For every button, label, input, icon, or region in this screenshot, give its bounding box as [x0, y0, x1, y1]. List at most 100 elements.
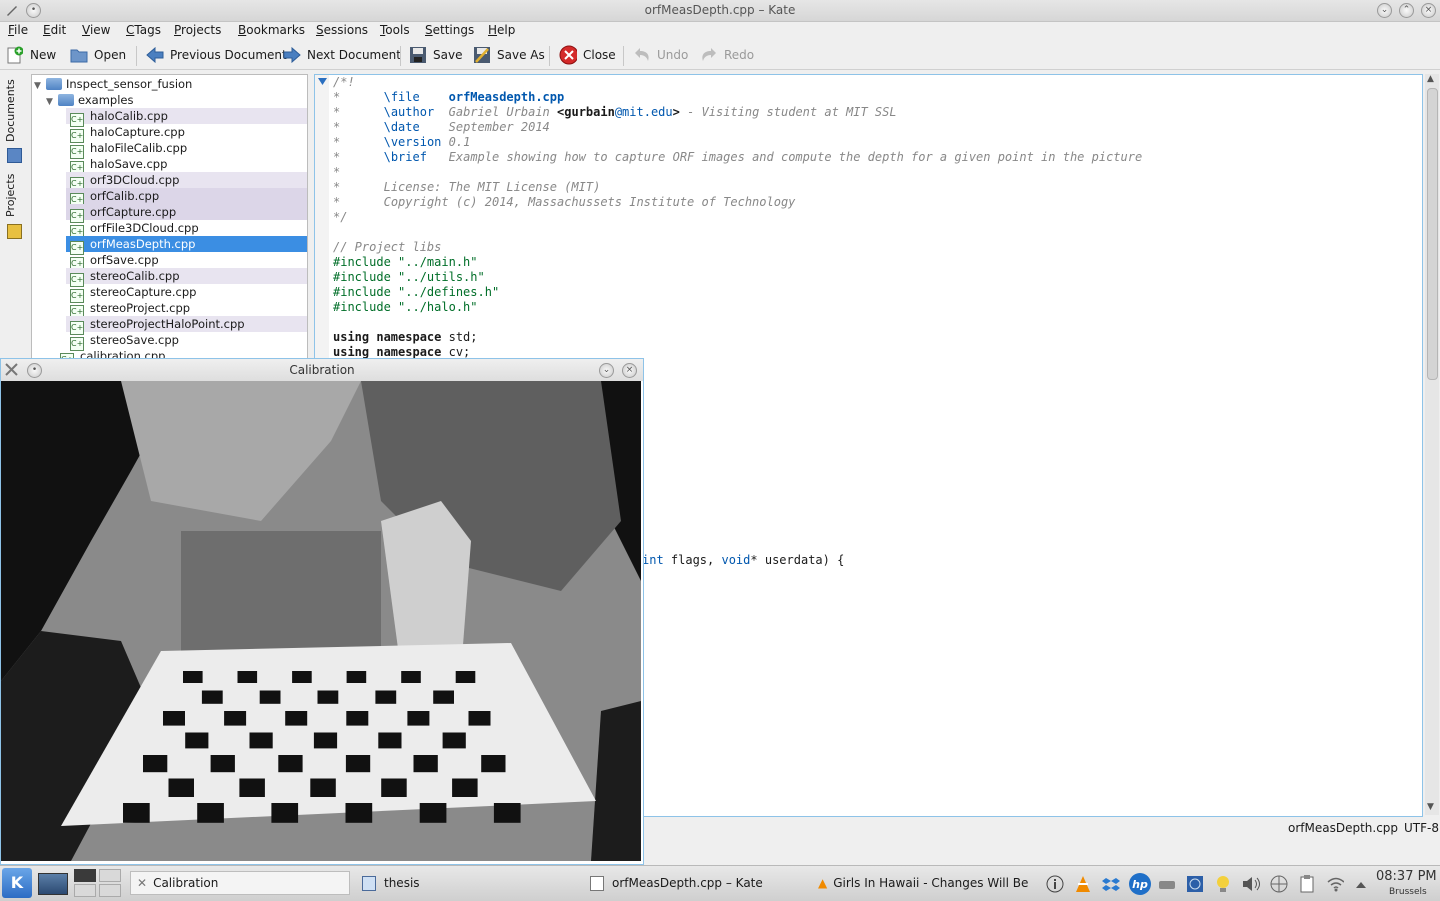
tree-file-selected[interactable]: C+ orfMeasDepth.cpp	[66, 236, 307, 255]
save-button[interactable]: Save	[409, 45, 462, 65]
lightbulb-icon[interactable]	[1214, 875, 1232, 893]
tree-file[interactable]: C+ orfCapture.cpp	[66, 204, 307, 223]
tree-file[interactable]: C+ orfFile3DCloud.cpp	[66, 220, 307, 239]
task-thesis[interactable]: thesis	[362, 871, 582, 895]
code-line: * \file orfMeasdepth.cpp	[333, 90, 565, 104]
previous-document-button[interactable]: Previous Document	[146, 45, 287, 65]
device-notifier-icon[interactable]	[1158, 875, 1176, 893]
checkerboard-square	[317, 690, 339, 704]
side-tab-bar: Documents Projects	[0, 72, 27, 362]
new-button[interactable]: New	[6, 45, 56, 65]
vlc-tray-icon[interactable]	[1074, 875, 1092, 893]
calibration-titlebar[interactable]: • Calibration ⌄ ×	[1, 359, 643, 381]
wifi-icon[interactable]	[1326, 875, 1344, 893]
task-kate[interactable]: orfMeasDepth.cpp – Kate	[590, 871, 810, 895]
maximize-icon[interactable]: ⌃	[1399, 3, 1414, 18]
checkerboard-square	[259, 690, 281, 704]
menu-view[interactable]: View	[82, 23, 110, 37]
info-icon[interactable]	[1046, 875, 1064, 893]
calibration-app-icon: ✕	[137, 876, 148, 890]
tree-file[interactable]: C+ stereoSave.cpp	[66, 332, 307, 351]
tree-file[interactable]: C+ stereoCapture.cpp	[66, 284, 307, 303]
code-line: * \version 0.1	[333, 135, 471, 149]
hp-icon[interactable]: hp	[1128, 872, 1152, 896]
undo-button[interactable]: Undo	[633, 45, 688, 65]
close-button[interactable]: Close	[559, 45, 616, 65]
tree-root[interactable]: ▼ Inspect_sensor_fusion	[34, 76, 192, 92]
volume-icon[interactable]	[1242, 875, 1260, 893]
menu-bookmarks[interactable]: Bookmarks	[238, 23, 305, 37]
menu-help[interactable]: Help	[488, 23, 515, 37]
clipboard-icon[interactable]	[1298, 875, 1316, 893]
code-line: // Project libs	[333, 240, 442, 254]
folder-icon	[46, 78, 62, 90]
desktop-2[interactable]	[99, 869, 121, 882]
minimize-icon[interactable]: ⌄	[1377, 3, 1392, 18]
tree-folder-examples[interactable]: ▼ examples	[46, 92, 134, 108]
network-manager-icon[interactable]	[1186, 875, 1204, 893]
code-line: * Copyright (c) 2014, Massachussets Inst…	[333, 195, 796, 209]
tree-file[interactable]: C+ haloCalib.cpp	[66, 108, 307, 127]
desktop-1[interactable]	[74, 869, 96, 882]
next-document-button[interactable]: Next Document	[283, 45, 401, 65]
tree-file[interactable]: C+ haloSave.cpp	[66, 156, 307, 175]
tree-file[interactable]: C+ haloFileCalib.cpp	[66, 140, 307, 159]
menu-sessions[interactable]: Sessions	[316, 23, 368, 37]
menu-ctags[interactable]: CTags	[126, 23, 161, 37]
code-line: *	[333, 165, 341, 179]
expand-arrow-icon[interactable]: ▼	[46, 94, 58, 110]
fold-arrow-icon[interactable]	[318, 78, 327, 85]
menu-settings[interactable]: Settings	[425, 23, 474, 37]
menu-projects[interactable]: Projects	[174, 23, 221, 37]
desktop-4[interactable]	[99, 884, 121, 897]
task-vlc[interactable]: ▲ Girls In Hawaii - Changes Will Be Lo	[818, 871, 1030, 895]
checkerboard-square	[419, 803, 447, 823]
calibration-window[interactable]: • Calibration ⌄ ×	[0, 358, 644, 865]
open-button[interactable]: Open	[70, 45, 126, 65]
tray-expand-icon[interactable]	[1352, 875, 1370, 893]
toolbar-separator	[623, 46, 624, 66]
desktop-3[interactable]	[74, 884, 96, 897]
close-window-icon[interactable]: ×	[1421, 3, 1436, 18]
editor-scrollbar[interactable]: ▲ ▼	[1425, 74, 1439, 815]
tree-file[interactable]: C+ orf3DCloud.cpp	[66, 172, 307, 191]
checkerboard-square	[285, 711, 308, 726]
code-line: * \author Gabriel Urbain <gurbain@mit.ed…	[333, 105, 897, 119]
pager[interactable]	[74, 869, 122, 898]
task-calibration[interactable]: ✕ Calibration	[130, 871, 350, 895]
window-title: orfMeasDepth.cpp – Kate	[644, 3, 796, 17]
scroll-down-icon[interactable]: ▼	[1427, 802, 1434, 812]
checkerboard-square	[346, 671, 367, 683]
menu-bar: File Edit View CTags Projects Bookmarks Sessio…	[0, 21, 1440, 41]
close-window-icon[interactable]: ×	[622, 363, 637, 378]
file-tree[interactable]: ▼ Inspect_sensor_fusion ▼ examples C+ haloC…	[31, 74, 308, 366]
tab-projects[interactable]: Projects	[4, 168, 23, 222]
new-document-icon	[6, 46, 24, 64]
tree-file[interactable]: C+ haloCapture.cpp	[66, 124, 307, 143]
save-as-button[interactable]: Save As	[473, 45, 545, 65]
menu-tools[interactable]: Tools	[380, 23, 410, 37]
dropbox-icon[interactable]	[1102, 875, 1120, 893]
tab-documents[interactable]: Documents	[4, 76, 23, 146]
close-document-icon	[559, 45, 577, 65]
menu-file[interactable]: File	[8, 23, 28, 37]
redo-button[interactable]: Redo	[700, 45, 754, 65]
scrollbar-thumb[interactable]	[1427, 88, 1438, 380]
tree-file[interactable]: C+ stereoProject.cpp	[66, 300, 307, 319]
toolbar-separator	[549, 46, 550, 66]
tree-file[interactable]: C+ stereoProjectHaloPoint.cpp	[66, 316, 307, 335]
minimize-icon[interactable]: ⌄	[599, 363, 614, 378]
menu-edit[interactable]: Edit	[43, 23, 66, 37]
clock-time[interactable]: 08:37 PM	[1376, 869, 1437, 884]
tree-file[interactable]: C+ stereoCalib.cpp	[66, 268, 307, 287]
checkerboard-square	[123, 803, 150, 823]
scroll-up-icon[interactable]: ▲	[1427, 74, 1434, 84]
kde-menu-icon[interactable]: K	[2, 868, 32, 898]
network-icon[interactable]	[1270, 875, 1288, 893]
tree-file[interactable]: C+ orfCalib.cpp	[66, 188, 307, 207]
expand-arrow-icon[interactable]: ▼	[34, 78, 46, 94]
status-encoding[interactable]: UTF-8	[1404, 821, 1439, 835]
show-desktop-icon[interactable]	[38, 873, 68, 895]
tree-file[interactable]: C+ orfSave.cpp	[66, 252, 307, 271]
checkerboard-square	[224, 711, 247, 726]
